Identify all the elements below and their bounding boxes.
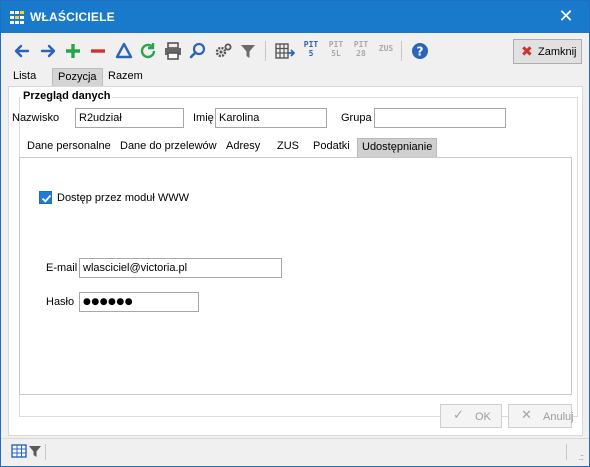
window-title: WŁAŚCICIELE [30, 10, 115, 24]
close-x-icon: ✖ [521, 44, 533, 60]
toolbar: PIT 5 PIT 5L PIT 28 ZUS ? ✖ Zamknij [1, 34, 589, 68]
status-separator [45, 444, 46, 460]
tab-adresy[interactable]: Adresy [222, 138, 264, 157]
toolbar-separator [401, 41, 402, 61]
arrow-right-icon[interactable] [37, 40, 59, 62]
group-label: Grupa [341, 112, 372, 124]
www-access-label: Dostęp przez moduł WWW [57, 192, 190, 204]
close-button[interactable]: ✖ Zamknij [513, 39, 582, 64]
status-separator [566, 444, 567, 460]
cancel-label: Anuluj [543, 411, 574, 423]
surname-field[interactable]: R2udział [75, 108, 184, 128]
checkmark-icon [41, 194, 52, 203]
resize-grip-icon[interactable]: .:: [578, 452, 583, 462]
email-label: E-mail [46, 262, 78, 274]
tab-razem[interactable]: Razem [103, 68, 148, 86]
status-bar: .:: [1, 438, 589, 466]
ok-button[interactable]: ✓ OK [440, 404, 502, 428]
window-close-button[interactable]: ✕ [543, 1, 589, 33]
surname-label: Nazwisko [12, 112, 60, 124]
pit-28-icon[interactable]: PIT 28 [350, 40, 372, 62]
refresh-icon[interactable] [137, 40, 159, 62]
filter-icon[interactable] [237, 40, 259, 62]
search-icon[interactable] [187, 40, 209, 62]
check-icon: ✓ [453, 408, 464, 423]
grid-export-icon[interactable] [273, 40, 296, 62]
tab-lista[interactable]: Lista [8, 68, 41, 86]
plus-icon[interactable] [62, 40, 84, 62]
cancel-x-icon: ✕ [521, 408, 532, 423]
status-filter-icon[interactable] [28, 442, 42, 460]
minus-icon[interactable] [87, 40, 109, 62]
table-view-icon[interactable] [10, 442, 28, 460]
app-grid-icon [10, 11, 24, 24]
cancel-button[interactable]: ✕ Anuluj [508, 404, 574, 428]
password-field[interactable]: ●●●●●● [79, 292, 199, 312]
zus-icon[interactable]: ZUS [375, 44, 397, 66]
arrow-left-icon[interactable] [11, 40, 33, 62]
tab-zus[interactable]: ZUS [273, 138, 303, 157]
tab-dane-do-przelewow[interactable]: Dane do przelewów [116, 138, 221, 157]
svg-text:?: ? [417, 45, 424, 59]
print-icon[interactable] [162, 40, 184, 62]
email-field[interactable]: wlasciciel@victoria.pl [79, 258, 282, 278]
www-access-checkbox[interactable] [39, 191, 52, 204]
triangle-icon[interactable] [113, 40, 135, 62]
pit-5-icon[interactable]: PIT 5 [300, 40, 322, 62]
tab-udostepnianie[interactable]: Udostępnianie [357, 138, 438, 158]
firstname-field[interactable]: Karolina [215, 108, 327, 128]
firstname-label: Imię [193, 112, 214, 124]
close-button-label: Zamknij [538, 46, 577, 58]
tab-pozycja[interactable]: Pozycja [52, 68, 103, 86]
help-icon[interactable]: ? [409, 40, 431, 62]
owners-window: WŁAŚCICIELE ✕ PIT 5 PIT 5L PIT 28 ZUS ? … [0, 0, 590, 467]
tab-podatki[interactable]: Podatki [309, 138, 354, 157]
overview-title: Przegląd danych [21, 90, 113, 102]
group-field[interactable] [374, 108, 506, 128]
pit-5l-icon[interactable]: PIT 5L [325, 40, 347, 62]
ok-label: OK [475, 411, 491, 423]
gear-icon[interactable] [212, 40, 234, 62]
password-label: Hasło [46, 296, 75, 308]
tab-dane-personalne[interactable]: Dane personalne [23, 138, 115, 157]
title-bar: WŁAŚCICIELE ✕ [1, 1, 589, 33]
toolbar-separator [265, 41, 266, 61]
